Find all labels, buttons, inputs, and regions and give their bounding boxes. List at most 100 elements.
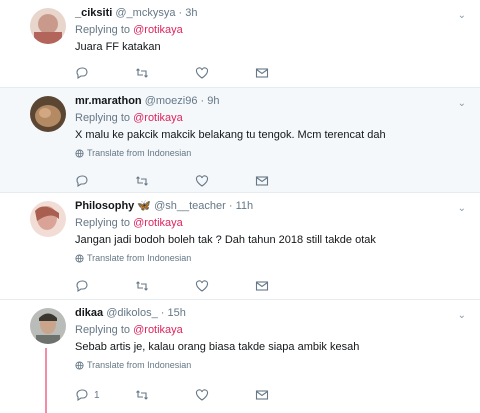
tweet-actions: 1 — [75, 388, 315, 402]
separator-dot: · — [178, 7, 183, 19]
dm-icon — [255, 68, 269, 78]
globe-icon — [75, 360, 84, 370]
tweet-content: mr.marathon @moezi96 · 9h Replying to @r… — [75, 94, 468, 158]
dm-button[interactable] — [255, 66, 315, 80]
display-name[interactable]: _ciksiti — [75, 7, 112, 19]
user-handle[interactable]: @moezi96 — [145, 95, 198, 107]
tweet-header: Philosophy 🦋 @sh__teacher · 11h — [75, 199, 468, 213]
tweet-header: dikaa @dikolos_ · 15h — [75, 306, 468, 320]
like-button[interactable] — [195, 66, 255, 80]
retweet-icon — [136, 281, 148, 291]
reply-icon — [76, 280, 88, 293]
retweet-icon — [136, 390, 148, 400]
tweet-content: _ciksiti @_mckysya · 3h Replying to @rot… — [75, 6, 468, 54]
like-icon — [195, 389, 209, 401]
thread-line — [45, 348, 47, 413]
reply-count: 1 — [94, 389, 100, 401]
tweet-header: mr.marathon @moezi96 · 9h — [75, 94, 468, 108]
reply-button[interactable] — [75, 66, 135, 80]
reply-button[interactable] — [75, 279, 135, 293]
display-name[interactable]: Philosophy — [75, 200, 134, 212]
reply-icon — [76, 175, 88, 188]
tweet-text: X malu ke pakcik makcik belakang tu teng… — [75, 129, 386, 141]
tweet-actions — [75, 174, 315, 188]
tweet[interactable]: Philosophy 🦋 @sh__teacher · 11h Replying… — [0, 193, 480, 300]
replying-to-label: Replying to — [75, 112, 131, 124]
tweet[interactable]: dikaa @dikolos_ · 15h Replying to @rotik… — [0, 300, 480, 413]
tweet-header: _ciksiti @_mckysya · 3h — [75, 6, 468, 20]
replying-to-label: Replying to — [75, 24, 131, 36]
retweet-button[interactable] — [135, 388, 195, 402]
avatar[interactable] — [30, 201, 66, 237]
retweet-button[interactable] — [135, 279, 195, 293]
avatar[interactable] — [30, 308, 66, 344]
like-button[interactable] — [195, 279, 255, 293]
globe-icon — [75, 253, 84, 263]
separator-dot: · — [160, 307, 165, 319]
globe-icon — [75, 148, 84, 158]
user-handle[interactable]: @sh__teacher — [154, 200, 226, 212]
translate-label[interactable]: Translate from Indonesian — [87, 360, 191, 370]
translate-label[interactable]: Translate from Indonesian — [87, 148, 191, 158]
like-icon — [195, 280, 209, 292]
like-icon — [195, 67, 209, 79]
like-button[interactable] — [195, 174, 255, 188]
chevron-down-icon[interactable]: ⌄ — [458, 98, 466, 109]
display-name[interactable]: dikaa — [75, 307, 103, 319]
tweet-actions — [75, 279, 315, 293]
reply-button[interactable] — [75, 174, 135, 188]
reply-icon — [76, 389, 88, 402]
butterfly-icon: 🦋 — [137, 200, 152, 212]
replying-to-label: Replying to — [75, 324, 131, 336]
timestamp[interactable]: 15h — [168, 307, 186, 319]
translate-link[interactable]: Translate from Indonesian — [75, 148, 468, 158]
dm-button[interactable] — [255, 174, 315, 188]
retweet-icon — [136, 176, 148, 186]
translate-link[interactable]: Translate from Indonesian — [75, 360, 468, 370]
retweet-button[interactable] — [135, 174, 195, 188]
tweet-text: Juara FF katakan — [75, 41, 161, 53]
reply-button[interactable]: 1 — [75, 388, 135, 402]
chevron-down-icon[interactable]: ⌄ — [458, 310, 466, 321]
separator-dot: · — [228, 200, 233, 212]
replying-to: Replying to @rotikaya — [75, 216, 468, 230]
tweet-content: Philosophy 🦋 @sh__teacher · 11h Replying… — [75, 199, 468, 263]
replying-to: Replying to @rotikaya — [75, 23, 468, 37]
like-icon — [195, 175, 209, 187]
tweet[interactable]: mr.marathon @moezi96 · 9h Replying to @r… — [0, 88, 480, 193]
tweet-text: Jangan jadi bodoh boleh tak ? Dah tahun … — [75, 234, 376, 246]
mention-link[interactable]: @rotikaya — [133, 217, 183, 229]
avatar[interactable] — [30, 96, 66, 132]
dm-button[interactable] — [255, 279, 315, 293]
user-handle[interactable]: @_mckysya — [115, 7, 175, 19]
tweet-content: dikaa @dikolos_ · 15h Replying to @rotik… — [75, 306, 468, 370]
timestamp[interactable]: 11h — [236, 200, 254, 212]
replying-to: Replying to @rotikaya — [75, 111, 468, 125]
avatar[interactable] — [30, 8, 66, 44]
dm-icon — [255, 390, 269, 400]
chevron-down-icon[interactable]: ⌄ — [458, 10, 466, 21]
separator-dot: · — [200, 95, 205, 107]
tweet[interactable]: _ciksiti @_mckysya · 3h Replying to @rot… — [0, 0, 480, 88]
display-name[interactable]: mr.marathon — [75, 95, 142, 107]
tweet-text: Sebab artis je, kalau orang biasa takde … — [75, 341, 360, 353]
chevron-down-icon[interactable]: ⌄ — [458, 203, 466, 214]
mention-link[interactable]: @rotikaya — [133, 112, 183, 124]
retweet-icon — [136, 68, 148, 78]
timestamp[interactable]: 9h — [207, 95, 219, 107]
replying-to: Replying to @rotikaya — [75, 323, 468, 337]
reply-icon — [76, 67, 88, 80]
mention-link[interactable]: @rotikaya — [133, 24, 183, 36]
like-button[interactable] — [195, 388, 255, 402]
dm-button[interactable] — [255, 388, 315, 402]
timestamp[interactable]: 3h — [185, 7, 197, 19]
replying-to-label: Replying to — [75, 217, 131, 229]
user-handle[interactable]: @dikolos_ — [106, 307, 158, 319]
retweet-button[interactable] — [135, 66, 195, 80]
mention-link[interactable]: @rotikaya — [133, 324, 183, 336]
tweet-actions — [75, 66, 315, 80]
translate-label[interactable]: Translate from Indonesian — [87, 253, 191, 263]
dm-icon — [255, 176, 269, 186]
dm-icon — [255, 281, 269, 291]
translate-link[interactable]: Translate from Indonesian — [75, 253, 468, 263]
